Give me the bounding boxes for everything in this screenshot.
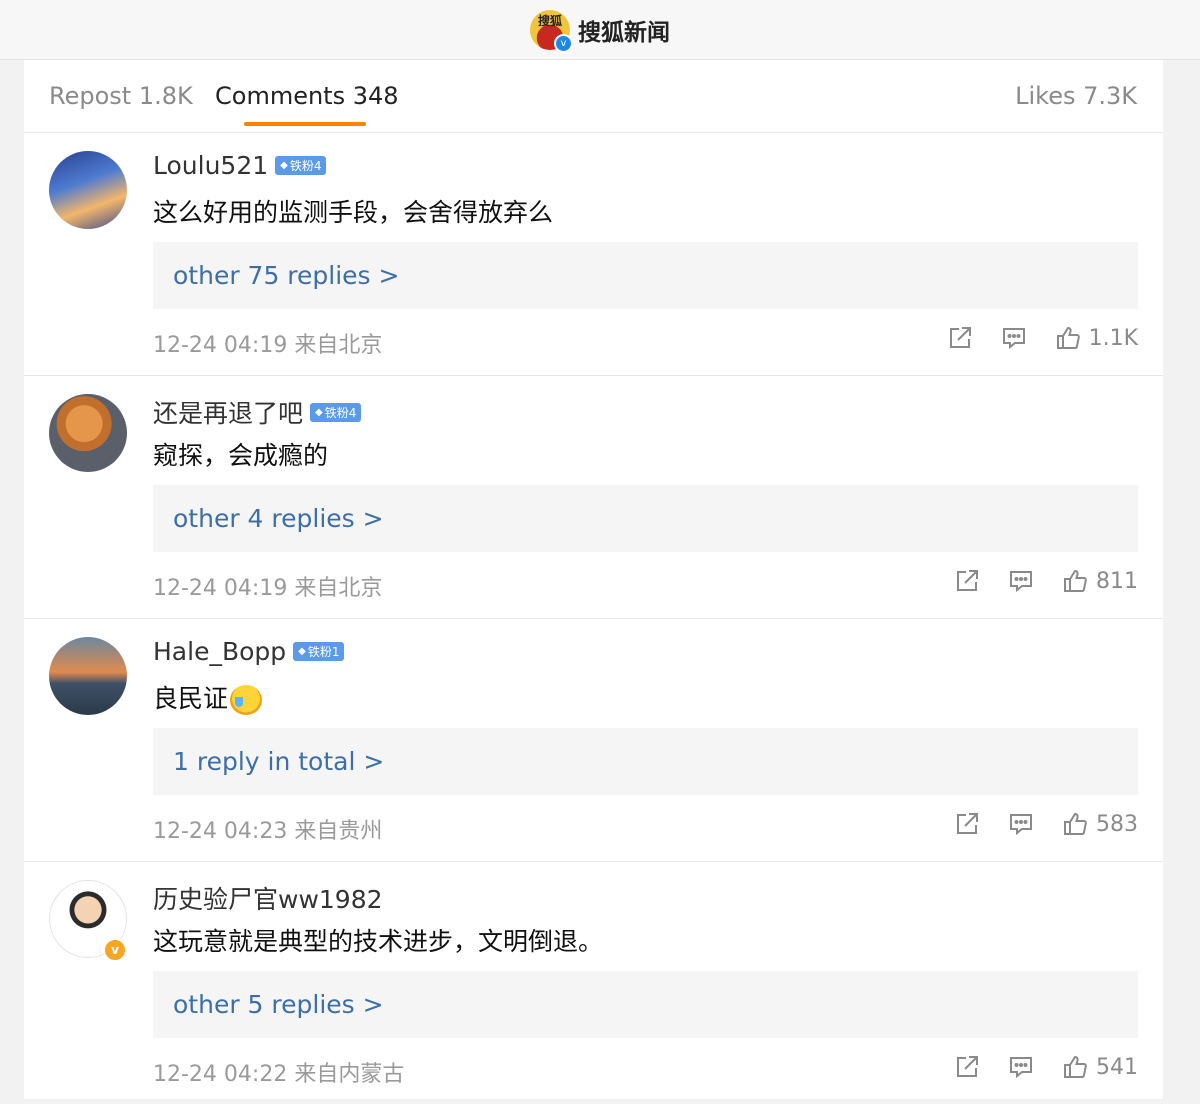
comment-meta: 12-24 04:19 来自北京 [153, 576, 383, 601]
thumbs-up-icon [1056, 326, 1080, 349]
share-icon[interactable] [954, 811, 980, 837]
comment-item: Loulu521 ◆ 铁粉4 这么好用的监测手段，会舍得放弃么 other 75 … [24, 133, 1163, 376]
share-icon[interactable] [954, 1054, 980, 1080]
fan-badge: ◆ 铁粉4 [275, 156, 327, 175]
comment-item: Hale_Bopp ◆ 铁粉1 良民证 1 reply in total > 12… [24, 619, 1163, 862]
avatar[interactable] [49, 394, 127, 472]
like-button[interactable]: 1.1K [1055, 325, 1138, 351]
comment-icon[interactable] [1008, 1054, 1034, 1080]
post-detail-card: Repost 1.8K Comments 348 Likes 7.3K Loul… [24, 60, 1163, 1099]
like-button[interactable]: 811 [1062, 568, 1138, 594]
thumbs-up-icon [1064, 812, 1087, 835]
comment-icon[interactable] [1008, 811, 1034, 837]
comment-text: 窥探，会成瘾的 [153, 441, 329, 470]
comment-icon[interactable] [1008, 568, 1034, 594]
fan-badge: ◆ 铁粉4 [310, 402, 362, 422]
like-button[interactable]: 583 [1062, 811, 1138, 837]
comment-icon[interactable] [1001, 325, 1027, 351]
comment-meta: 12-24 04:22 来自内蒙古 [153, 1062, 405, 1087]
replies-link[interactable]: other 5 replies > [153, 971, 1138, 1038]
comment-header: 历史验尸官ww1982 [153, 880, 383, 916]
like-button[interactable]: 541 [1062, 1054, 1138, 1080]
crying-emoji-icon [230, 685, 263, 715]
comment-actions: 541 [954, 1054, 1138, 1080]
thumbs-up-icon [1064, 1055, 1087, 1078]
tab-likes[interactable]: Likes 7.3K [1015, 82, 1137, 110]
username[interactable]: Hale_Bopp [153, 637, 286, 666]
comment-header: Loulu521 ◆ 铁粉4 [153, 151, 327, 180]
replies-link[interactable]: 1 reply in total > [153, 728, 1138, 795]
replies-label: other 4 replies > [173, 504, 384, 533]
like-count: 583 [1096, 811, 1138, 837]
comment-text: 这玩意就是典型的技术进步，文明倒退。 [153, 927, 604, 956]
share-icon[interactable] [947, 325, 973, 351]
replies-link[interactable]: other 75 replies > [153, 242, 1138, 309]
replies-label: other 75 replies > [173, 261, 400, 290]
replies-label: other 5 replies > [173, 990, 384, 1019]
brand-name: 搜狐新闻 [578, 19, 670, 46]
like-count: 811 [1096, 568, 1138, 594]
comment-text: 这么好用的监测手段，会舍得放弃么 [153, 198, 554, 227]
comment-item: v 历史验尸官ww1982 这玩意就是典型的技术进步，文明倒退。 other 5… [24, 862, 1163, 1104]
avatar[interactable] [49, 637, 127, 715]
diamond-icon: ◆ [298, 646, 306, 657]
comment-header: 还是再退了吧 ◆ 铁粉4 [153, 394, 362, 430]
comment-text-body: 良民证 [153, 684, 229, 713]
app-header: 搜狐 v 搜狐新闻 [0, 0, 1200, 60]
comment-actions: 811 [954, 568, 1138, 594]
tab-bar: Repost 1.8K Comments 348 Likes 7.3K [24, 60, 1163, 133]
comment-meta: 12-24 04:19 来自北京 [153, 333, 383, 358]
diamond-icon: ◆ [280, 160, 288, 171]
diamond-icon: ◆ [315, 406, 323, 418]
like-count: 541 [1096, 1054, 1138, 1080]
comment-meta: 12-24 04:23 来自贵州 [153, 819, 383, 844]
like-count: 1.1K [1088, 325, 1138, 351]
fan-badge-label: 铁粉4 [289, 159, 322, 173]
username[interactable]: 历史验尸官ww1982 [153, 880, 383, 916]
replies-label: 1 reply in total > [173, 747, 385, 776]
replies-link[interactable]: other 4 replies > [153, 485, 1138, 552]
username[interactable]: 还是再退了吧 [153, 394, 303, 430]
tab-repost[interactable]: Repost 1.8K [49, 82, 193, 110]
fan-badge: ◆ 铁粉1 [293, 642, 345, 661]
comment-actions: 583 [954, 811, 1138, 837]
logo-text: 搜狐 [537, 13, 562, 28]
comment-item: 还是再退了吧 ◆ 铁粉4 窥探，会成瘾的 other 4 replies > 12… [24, 376, 1163, 619]
comment-text: 良民证 [153, 679, 263, 715]
verified-v-icon: v [103, 938, 127, 962]
share-icon[interactable] [954, 568, 980, 594]
verified-icon: v [554, 33, 573, 53]
username[interactable]: Loulu521 [153, 151, 268, 180]
brand[interactable]: 搜狐 v 搜狐新闻 [530, 9, 670, 53]
fan-badge-label: 铁粉1 [307, 645, 340, 659]
active-tab-indicator [244, 122, 366, 126]
sohu-logo: 搜狐 v [530, 9, 573, 53]
avatar[interactable] [49, 151, 127, 229]
tab-comments[interactable]: Comments 348 [215, 82, 399, 110]
comment-header: Hale_Bopp ◆ 铁粉1 [153, 637, 345, 666]
thumbs-up-icon [1064, 569, 1087, 592]
fan-badge-label: 铁粉4 [324, 405, 357, 420]
comment-actions: 1.1K [947, 325, 1138, 351]
